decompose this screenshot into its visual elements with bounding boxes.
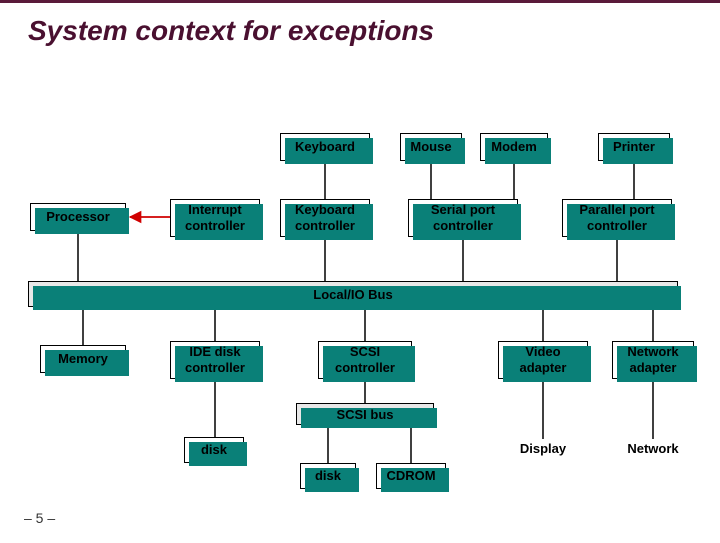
box-parallel-port-controller: Parallel port controller [562,199,672,237]
box-scsi-bus: SCSI bus [296,403,434,425]
box-scsi-controller: SCSI controller [318,341,412,379]
box-printer: Printer [598,133,670,161]
box-disk-ide: disk [184,437,244,463]
box-keyboard: Keyboard [280,133,370,161]
box-processor: Processor [30,203,126,231]
slide-number: – 5 – [24,510,55,526]
label-display: Display [500,441,586,456]
box-memory: Memory [40,345,126,373]
box-local-io-bus: Local/IO Bus [28,281,678,307]
box-video-adapter: Video adapter [498,341,588,379]
box-disk-scsi: disk [300,463,356,489]
box-network-adapter: Network adapter [612,341,694,379]
box-keyboard-controller: Keyboard controller [280,199,370,237]
box-serial-port-controller: Serial port controller [408,199,518,237]
box-mouse: Mouse [400,133,462,161]
box-modem: Modem [480,133,548,161]
diagram-canvas [0,3,720,543]
label-network: Network [614,441,692,456]
box-ide-controller: IDE disk controller [170,341,260,379]
box-cdrom: CDROM [376,463,446,489]
box-interrupt-controller: Interrupt controller [170,199,260,237]
